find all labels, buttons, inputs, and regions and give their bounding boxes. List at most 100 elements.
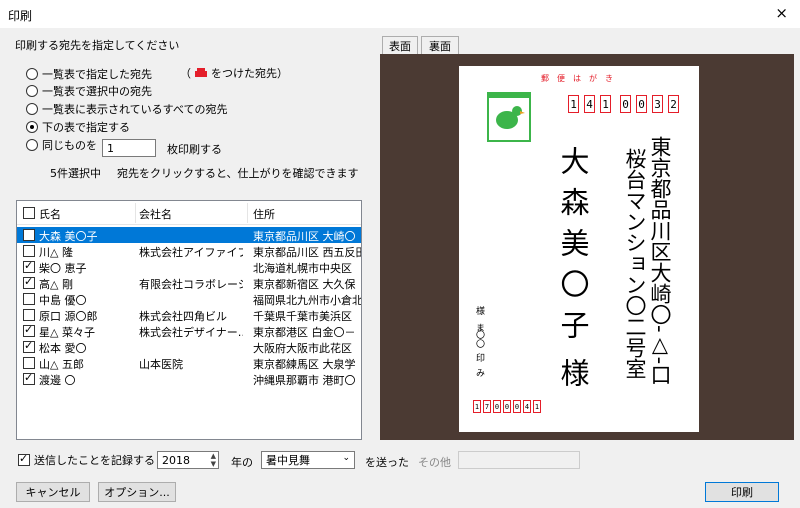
row-checkbox[interactable]: [23, 371, 35, 385]
postcard-preview: 郵便はがき 1410032 東京都品川区大崎〇‐△‐口 桜台マンション〇二号室 …: [459, 66, 699, 432]
address-line-1: 東京都品川区大崎〇‐△‐口: [648, 136, 672, 386]
radio-option[interactable]: 一覧表に表示されているすべての宛先: [26, 101, 227, 117]
other-input: [458, 451, 580, 469]
table-row[interactable]: 高△ 剛 有限会社コラボレーシ… 東京都新宿区 大久保: [17, 275, 361, 291]
title-bar: [0, 0, 800, 28]
window-title: 印刷: [8, 9, 33, 23]
copies-input[interactable]: 1: [102, 139, 156, 157]
row-checkbox[interactable]: [23, 259, 35, 273]
selection-status: 5件選択中: [50, 167, 101, 180]
cell-company: 山本医院: [139, 358, 183, 371]
header-name[interactable]: 氏名: [39, 206, 61, 222]
tab-back[interactable]: 裏面: [421, 36, 459, 54]
cell-address: 東京都港区 白金〇－: [253, 326, 356, 339]
postal-digit-box: 2: [668, 95, 679, 113]
row-checkbox[interactable]: [23, 323, 35, 337]
postal-digit-box: 0: [636, 95, 647, 113]
sender-postal-digit-box: 1: [533, 400, 541, 413]
cell-name: 柴〇 恵子: [39, 262, 87, 275]
cell-company: 株式会社アイファイブ…: [139, 246, 243, 259]
cell-address: 東京都新宿区 大久保: [253, 278, 356, 291]
cell-name: 大森 美〇子: [39, 230, 98, 243]
print-button[interactable]: 印刷: [705, 482, 779, 502]
cell-name: 星△ 菜々子: [39, 326, 95, 339]
row-checkbox[interactable]: [23, 275, 35, 289]
cell-name: 原口 源〇郎: [39, 310, 98, 323]
cell-address: 東京都品川区 大崎〇: [253, 230, 356, 243]
cell-address: 千葉県千葉市美浜区: [253, 310, 352, 323]
stamp-bird-icon: [489, 94, 529, 129]
recipient-list[interactable]: 氏名 会社名 住所 大森 美〇子 東京都品川区 大崎〇川△ 隆 株式会社アイファイブ…: [16, 200, 362, 440]
sender-postal-digit-box: 1: [473, 400, 481, 413]
cell-address: 大阪府大阪市此花区: [253, 342, 352, 355]
row-checkbox[interactable]: [23, 339, 35, 353]
cell-address: 福岡県北九州市小倉北: [253, 294, 361, 307]
sender-label-2: 〇〇: [474, 330, 484, 348]
radio-option[interactable]: 一覧表で指定した宛先: [26, 66, 152, 82]
radio-option[interactable]: 下の表で指定する: [26, 119, 130, 135]
radio-button[interactable]: [26, 85, 38, 97]
table-row[interactable]: 原口 源〇郎 株式会社四角ビル 千葉県千葉市美浜区: [17, 307, 361, 323]
postal-digit-box: 1: [600, 95, 611, 113]
table-row[interactable]: 松本 愛〇 大阪府大阪市此花区: [17, 339, 361, 355]
stepper-arrows-icon[interactable]: ▲ ▼: [211, 452, 216, 468]
radio-option[interactable]: 同じものを: [26, 137, 97, 153]
postal-digit-box: 0: [620, 95, 631, 113]
row-checkbox[interactable]: [23, 227, 35, 241]
greeting-type-select[interactable]: 暑中見舞 ⌄: [261, 451, 355, 469]
row-checkbox[interactable]: [23, 245, 35, 257]
address-line-2: 桜台マンション〇二号室: [623, 148, 647, 379]
postal-digit-box: 1: [568, 95, 579, 113]
cell-name: 渡邊 〇: [39, 374, 76, 387]
radio-button[interactable]: [26, 121, 38, 133]
header-company[interactable]: 会社名: [139, 206, 172, 222]
radio-label: 下の表で指定する: [42, 121, 130, 134]
stamp-area: [487, 92, 531, 142]
radio-label: 一覧表で指定した宛先: [42, 68, 152, 81]
cell-company: 株式会社デザイナー…: [139, 326, 243, 339]
list-header: 氏名 会社名 住所: [17, 201, 361, 225]
row-checkbox[interactable]: [23, 309, 35, 321]
radio-button[interactable]: [26, 68, 38, 80]
record-checkbox[interactable]: [18, 452, 30, 466]
radio-button[interactable]: [26, 103, 38, 115]
sender-label-3: 印み: [474, 353, 484, 383]
radio-option[interactable]: 一覧表で選択中の宛先: [26, 83, 152, 99]
options-button[interactable]: オプション...: [98, 482, 176, 502]
column-separator: [135, 203, 136, 223]
year-stepper[interactable]: 2018 ▲ ▼: [157, 451, 219, 469]
radio-button[interactable]: [26, 139, 38, 151]
header-checkbox[interactable]: [23, 207, 35, 219]
recipient-honorific: 様: [556, 358, 590, 387]
chevron-down-icon[interactable]: ⌄: [342, 453, 350, 463]
section-label: 印刷する宛先を指定してください: [15, 39, 180, 52]
record-option[interactable]: 送信したことを記録する: [18, 452, 155, 468]
table-row[interactable]: 渡邊 〇 沖縄県那覇市 港町〇: [17, 371, 361, 387]
table-row[interactable]: 柴〇 恵子 北海道札幌市中央区: [17, 259, 361, 275]
radio-label: 同じものを: [42, 139, 97, 152]
sender-postal-digit-box: 4: [523, 400, 531, 413]
tab-front[interactable]: 表面: [382, 36, 418, 54]
cell-address: 東京都品川区 西五反田: [253, 246, 361, 259]
other-label: その他: [418, 456, 451, 469]
row-checkbox[interactable]: [23, 357, 35, 369]
sender-postal-digit-box: 0: [493, 400, 501, 413]
column-separator: [247, 203, 248, 223]
cell-address: 北海道札幌市中央区: [253, 262, 352, 275]
cell-name: 中島 優〇: [39, 294, 87, 307]
row-checkbox[interactable]: [23, 293, 35, 305]
cell-address: 沖縄県那覇市 港町〇: [253, 374, 356, 387]
postal-digit-box: 3: [652, 95, 663, 113]
sender-postal-digit-box: 0: [513, 400, 521, 413]
cancel-button[interactable]: キャンセル: [16, 482, 90, 502]
table-row[interactable]: 中島 優〇 福岡県北九州市小倉北: [17, 291, 361, 307]
header-address[interactable]: 住所: [253, 206, 275, 222]
table-row[interactable]: 大森 美〇子 東京都品川区 大崎〇: [17, 227, 361, 243]
selection-hint: 宛先をクリックすると、仕上がりを確認できます: [117, 167, 359, 180]
table-row[interactable]: 山△ 五郎 山本医院 東京都練馬区 大泉学: [17, 355, 361, 371]
cell-name: 高△ 剛: [39, 278, 73, 291]
close-icon[interactable]: ×: [775, 4, 788, 22]
table-row[interactable]: 川△ 隆 株式会社アイファイブ… 東京都品川区 西五反田: [17, 243, 361, 259]
table-row[interactable]: 星△ 菜々子 株式会社デザイナー… 東京都港区 白金〇－: [17, 323, 361, 339]
printer-mark-icon: [195, 68, 207, 77]
